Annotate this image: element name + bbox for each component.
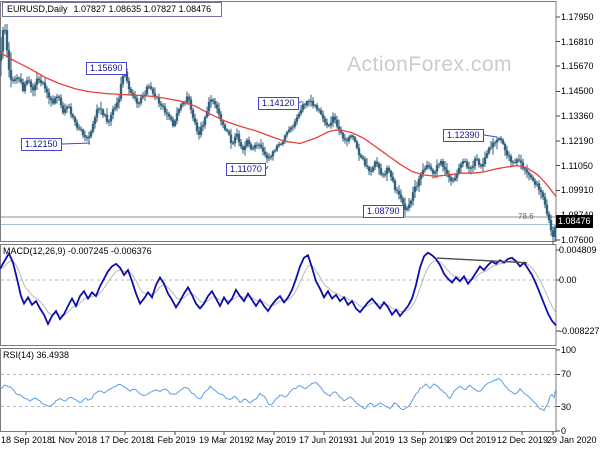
current-price-tag: 1.08476 [556, 215, 593, 228]
symbol-name: EURUSD,Daily [7, 4, 68, 14]
actionforex-watermark: ActionForex.com [347, 53, 513, 76]
rsi-indicator-label: RSI(14) 36.4938 [3, 350, 70, 360]
fib-786-label: 78.6 [518, 212, 534, 221]
macd-indicator-label: MACD(12,26,9) -0.007245 -0.006376 [3, 246, 152, 256]
eurusd-daily-chart-window: EURUSD,Daily 1.07827 1.08635 1.07827 1.08… [0, 0, 600, 450]
ohlc-values: 1.07827 1.08635 1.07827 1.08476 [73, 4, 212, 14]
symbol-ohlc-readout: EURUSD,Daily 1.07827 1.08635 1.07827 1.08… [2, 2, 223, 17]
